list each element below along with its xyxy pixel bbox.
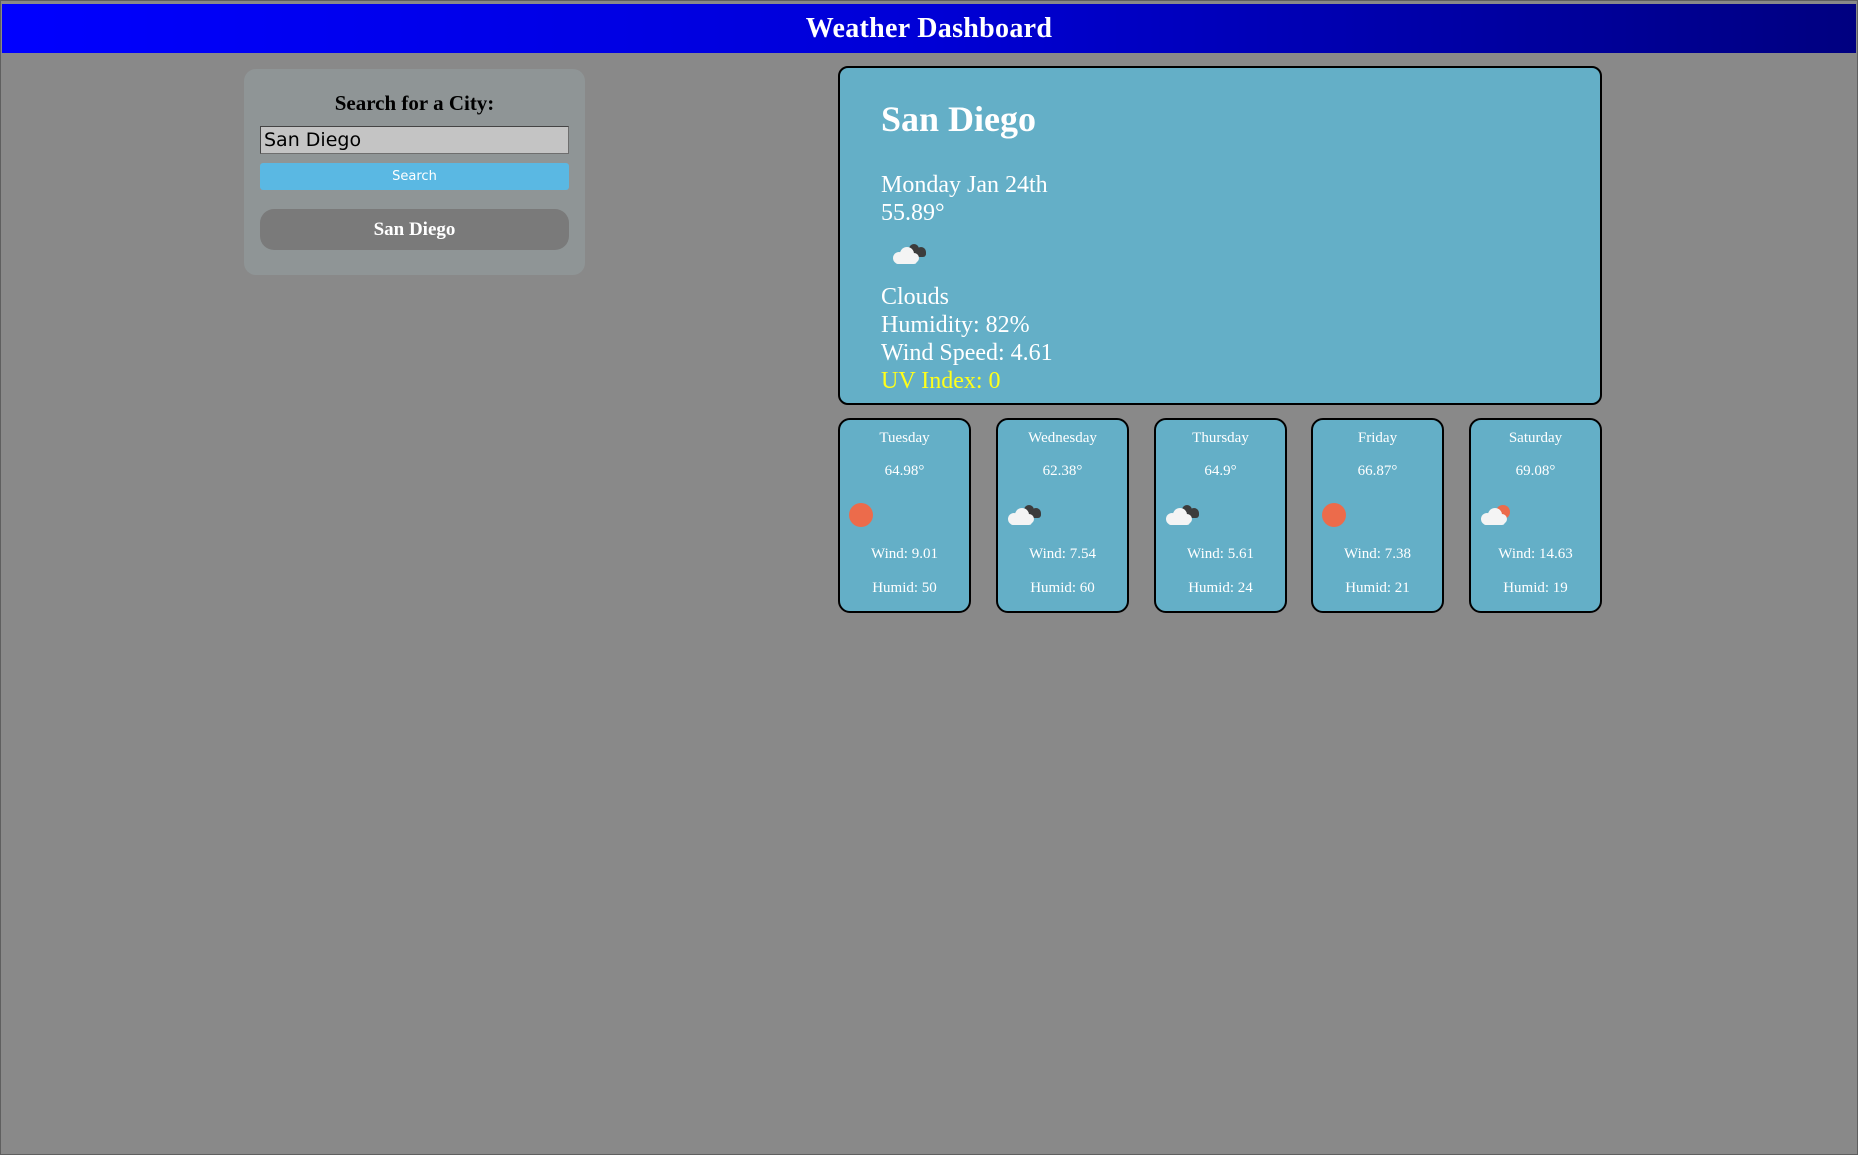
broken-clouds-icon <box>886 238 930 268</box>
current-date: Monday Jan 24th <box>881 172 1048 198</box>
current-humidity: Humidity: 82% <box>881 312 1030 338</box>
forecast-day: Saturday <box>1508 430 1563 446</box>
forecast-wind: Wind: 14.63 <box>1498 546 1573 562</box>
sun-cloud-icon <box>1477 500 1517 530</box>
current-city-name: San Diego <box>881 99 1037 139</box>
app-header: Weather Dashboard <box>2 4 1856 53</box>
broken-clouds-icon <box>1162 500 1202 530</box>
forecast-temp: 64.9° <box>1204 463 1237 479</box>
forecast-temp: 62.38° <box>1042 463 1083 479</box>
forecast-wind: Wind: 9.01 <box>871 546 938 562</box>
current-weather-card: San Diego Monday Jan 24th 55.89° Clouds … <box>838 66 1602 405</box>
search-panel: Search for a City: Search San Diego <box>244 69 585 275</box>
forecast-wind: Wind: 5.61 <box>1187 546 1254 562</box>
current-uv-index: UV Index: 0 <box>881 368 1001 394</box>
current-temp: 55.89° <box>881 200 945 226</box>
forecast-humidity: Humid: 21 <box>1345 580 1410 596</box>
sun-icon <box>846 500 886 530</box>
forecast-humidity: Humid: 60 <box>1030 580 1095 596</box>
forecast-humidity: Humid: 19 <box>1503 580 1568 596</box>
forecast-card-wednesday: Wednesday 62.38° Wind: 7.54 Humid: 60 <box>996 418 1129 613</box>
forecast-temp: 64.98° <box>884 463 925 479</box>
forecast-temp: 69.08° <box>1515 463 1556 479</box>
forecast-humidity: Humid: 24 <box>1188 580 1253 596</box>
forecast-day: Friday <box>1357 430 1398 446</box>
broken-clouds-icon <box>1004 500 1044 530</box>
app-title: Weather Dashboard <box>805 13 1053 44</box>
current-condition: Clouds <box>881 284 950 310</box>
city-search-input[interactable] <box>260 126 569 154</box>
forecast-card-thursday: Thursday 64.9° Wind: 5.61 Humid: 24 <box>1154 418 1287 613</box>
history-button-san-diego[interactable]: San Diego <box>260 209 569 250</box>
forecast-card-friday: Friday 66.87° Wind: 7.38 Humid: 21 <box>1311 418 1444 613</box>
forecast-wind: Wind: 7.38 <box>1344 546 1411 562</box>
search-title: Search for a City: <box>334 91 495 115</box>
forecast-day: Wednesday <box>1028 430 1097 446</box>
forecast-humidity: Humid: 50 <box>872 580 937 596</box>
current-wind: Wind Speed: 4.61 <box>881 340 1053 366</box>
forecast-wind: Wind: 7.54 <box>1029 546 1096 562</box>
forecast-day: Tuesday <box>879 430 930 446</box>
forecast-card-saturday: Saturday 69.08° Wind: 14.63 Humid: 19 <box>1469 418 1602 613</box>
search-button[interactable]: Search <box>260 163 569 190</box>
sun-icon <box>1319 500 1359 530</box>
page: Weather Dashboard Search for a City: Sea… <box>0 0 1858 1155</box>
forecast-card-tuesday: Tuesday 64.98° Wind: 9.01 Humid: 50 <box>838 418 971 613</box>
forecast-temp: 66.87° <box>1357 463 1398 479</box>
forecast-day: Thursday <box>1192 430 1249 446</box>
